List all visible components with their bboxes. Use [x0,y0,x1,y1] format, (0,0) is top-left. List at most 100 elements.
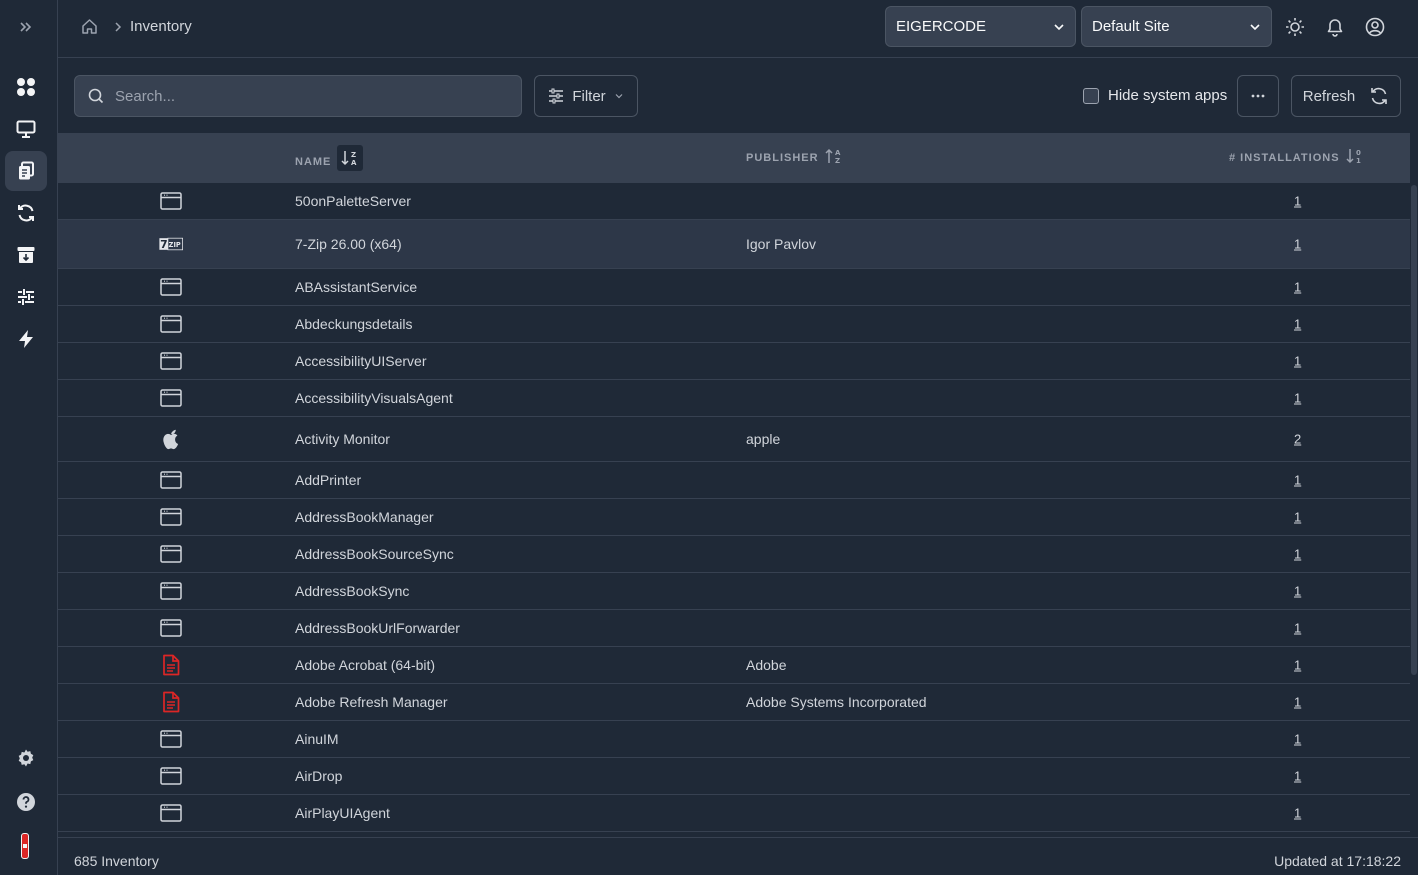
table-row[interactable]: AddressBookSync 1 [58,573,1410,610]
app-name: Adobe Acrobat (64-bit) [295,657,436,673]
table-row[interactable]: AddPrinter 1 [58,462,1410,499]
app-name: 7-Zip 26.00 (x64) [295,236,402,252]
bell-icon[interactable] [1325,17,1345,37]
svg-text:A: A [835,149,841,157]
table-row[interactable]: Abdeckungsdetails 1 [58,306,1410,343]
table-row[interactable]: AddressBookUrlForwarder 1 [58,610,1410,647]
scrollbar-thumb[interactable] [1411,185,1417,675]
window-icon [159,727,183,751]
window-icon [159,579,183,603]
installations-link[interactable]: 1 [1294,354,1301,369]
table-row[interactable]: AddressBookManager 1 [58,499,1410,536]
table-row[interactable]: AirDrop 1 [58,758,1410,795]
table-header: NAME ZA PUBLISHER AZ # INSTALLATIONS 01 [58,133,1410,183]
search-input[interactable] [115,87,495,105]
top-bar: Inventory EIGERCODE Default Site [58,0,1418,58]
window-icon [159,275,183,299]
filter-label: Filter [572,87,606,105]
sidebar-item-devices[interactable] [5,109,47,149]
chevrons-right-icon [20,22,32,32]
installations-link[interactable]: 1 [1294,391,1301,406]
app-name: AddPrinter [295,472,362,488]
theme-toggle-sun-icon[interactable] [1285,17,1305,37]
installations-link[interactable]: 1 [1294,194,1301,209]
sidebar-item-updates[interactable] [5,193,47,233]
dashboard-icon [17,78,35,96]
table-row[interactable]: AccessibilityVisualsAgent 1 [58,380,1410,417]
sidebar-item-inventory[interactable] [5,151,47,191]
installations-link[interactable]: 1 [1294,510,1301,525]
table-row[interactable]: Adobe Refresh Manager Adobe Systems Incor… [58,684,1410,721]
site-select[interactable]: Default Site [1081,6,1272,47]
installations-link[interactable]: 1 [1294,584,1301,599]
filter-button[interactable]: Filter [534,75,638,117]
language-flag-icon[interactable] [21,833,29,859]
installations-link[interactable]: 1 [1294,280,1301,295]
installations-link[interactable]: 1 [1294,621,1301,636]
column-header-publisher[interactable]: PUBLISHER AZ [746,148,843,164]
svg-text:ZIP: ZIP [169,241,181,249]
table-row[interactable]: AccessibilityUIServer 1 [58,343,1410,380]
installations-link[interactable]: 2 [1294,432,1301,447]
app-publisher: Adobe [746,657,787,673]
table-row[interactable]: 50onPaletteServer 1 [58,183,1410,220]
app-name: Adobe Refresh Manager [295,694,448,710]
installations-link[interactable]: 1 [1294,769,1301,784]
user-account-icon[interactable] [1365,17,1385,37]
sort-desc-alpha-icon[interactable]: ZA [337,145,364,171]
expand-sidebar-button[interactable] [5,7,47,47]
installations-link[interactable]: 1 [1294,695,1301,710]
chevron-down-icon [1250,23,1260,30]
table-row[interactable]: Adobe Acrobat (64-bit) Adobe 1 [58,647,1410,684]
sidebar-item-deploy[interactable] [5,235,47,275]
column-header-installations[interactable]: # INSTALLATIONS 01 [1229,149,1364,164]
table-row[interactable]: ABAssistantService 1 [58,269,1410,306]
home-icon[interactable] [81,18,98,35]
svg-text:A: A [351,159,357,166]
installations-link[interactable]: 1 [1294,473,1301,488]
svg-text:Z: Z [351,151,357,159]
sidebar-item-automation[interactable] [5,319,47,359]
sort-numeric-icon[interactable]: 01 [1346,148,1364,164]
search-icon [88,88,104,104]
inventory-icon [19,161,34,180]
installations-link[interactable]: 1 [1294,317,1301,332]
app-name: Activity Monitor [295,431,390,447]
monitor-icon [16,120,36,138]
sidebar-item-scripts[interactable] [5,277,47,317]
installations-link[interactable]: 1 [1294,732,1301,747]
sync-icon [18,204,34,222]
app-name: AccessibilityVisualsAgent [295,390,453,406]
organization-select[interactable]: EIGERCODE [885,6,1076,47]
sort-alpha-icon[interactable]: AZ [825,148,843,164]
window-icon [159,189,183,213]
gear-icon [18,749,34,767]
sidebar-item-settings[interactable] [5,738,47,778]
app-name: AddressBookSourceSync [295,546,454,562]
table-row[interactable]: AinuIM 1 [58,721,1410,758]
sidebar-item-dashboard[interactable] [5,67,47,107]
window-icon [159,764,183,788]
table-row[interactable]: AirPlayUIAgent 1 [58,795,1410,832]
table-row[interactable]: AddressBookSourceSync 1 [58,536,1410,573]
app-name: AirPlayUIAgent [295,805,390,821]
scrollbar[interactable] [1410,133,1418,838]
search-box[interactable] [74,75,522,117]
hide-system-apps-checkbox[interactable] [1083,87,1099,104]
installations-link[interactable]: 1 [1294,237,1301,252]
inventory-count: 685 Inventory [74,853,159,869]
pdf-icon [159,690,183,714]
more-options-button[interactable] [1237,75,1279,117]
sidebar-item-help[interactable] [5,782,47,822]
refresh-button[interactable]: Refresh [1291,75,1401,117]
installations-link[interactable]: 1 [1294,806,1301,821]
column-header-name[interactable]: NAME ZA [295,145,364,171]
table-row[interactable]: 7 ZIP 7-Zip 26.00 (x64) Igor Pavlov 1 [58,220,1410,269]
installations-link[interactable]: 1 [1294,547,1301,562]
installations-link[interactable]: 1 [1294,658,1301,673]
breadcrumb-current: Inventory [130,18,192,35]
column-header-name-label: NAME [295,155,332,168]
archive-icon [17,247,35,263]
hide-system-apps-toggle[interactable]: Hide system apps [1083,87,1227,104]
table-row[interactable]: Activity Monitor apple 2 [58,417,1410,462]
